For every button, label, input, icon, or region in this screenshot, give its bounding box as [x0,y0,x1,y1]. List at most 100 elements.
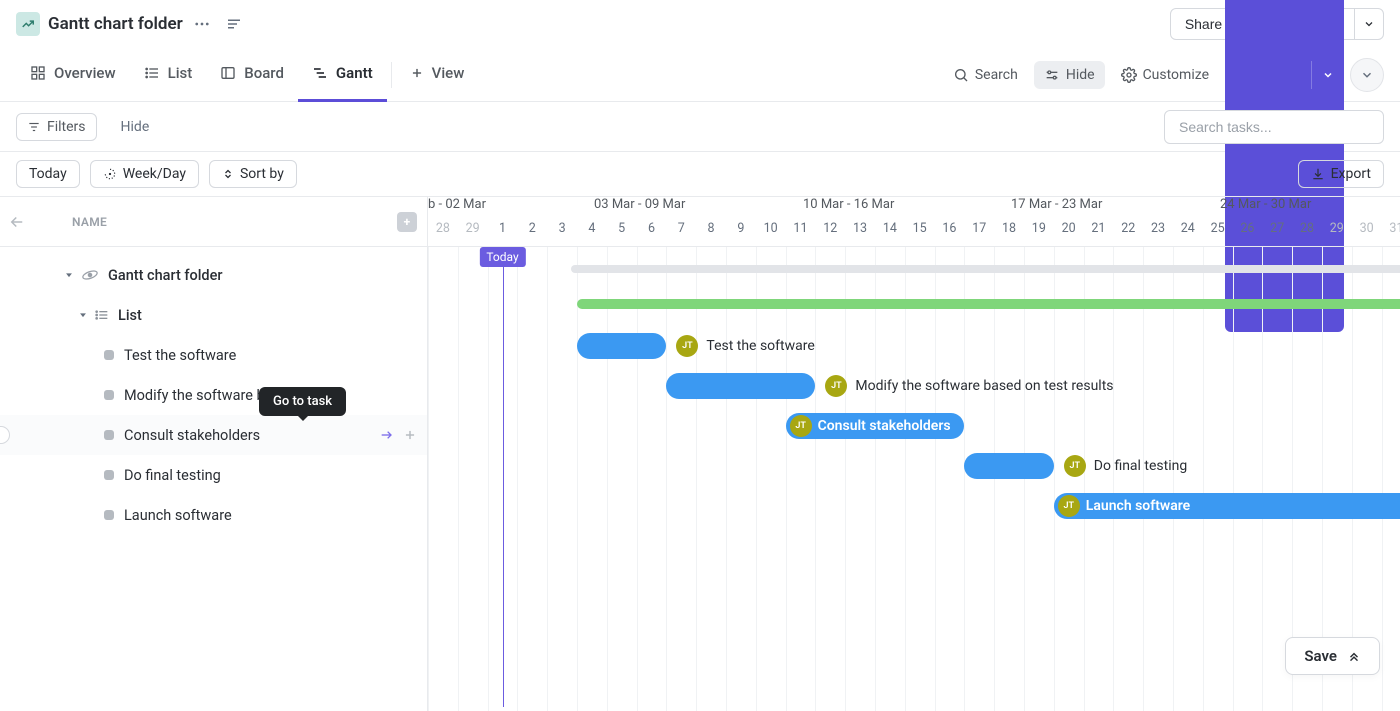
folder-more-icon[interactable] [193,15,211,33]
save-button[interactable]: Save [1285,637,1380,675]
gantt-task-bar[interactable] [964,453,1053,479]
day-cell[interactable]: 25 [1203,221,1233,246]
assignee-avatar[interactable]: JT [825,375,847,397]
day-cell[interactable]: 15 [905,221,935,246]
week-range-label: 17 Mar - 23 Mar [1011,197,1102,212]
day-cell[interactable]: 5 [607,221,637,246]
tab-list[interactable]: List [130,48,207,102]
day-cell[interactable]: 31 [1382,221,1400,246]
gantt-task-bar[interactable]: JTConsult stakeholders [786,413,965,439]
zoom-button[interactable]: Week/Day [90,160,199,188]
page-title[interactable]: Gantt chart folder [48,14,183,34]
caret-down-icon[interactable] [78,310,88,320]
day-cell[interactable]: 22 [1113,221,1143,246]
view-tabs-bar: Overview List Board Gantt View Search Hi… [0,48,1400,102]
tab-label: Overview [54,64,116,82]
day-cell[interactable]: 9 [726,221,756,246]
collapse-arrow-icon[interactable] [8,213,26,231]
day-cell[interactable]: 16 [935,221,965,246]
go-to-task-icon[interactable] [379,427,395,443]
row-handle[interactable] [0,426,10,444]
day-cell[interactable]: 21 [1084,221,1114,246]
search-button[interactable]: Search [943,61,1028,89]
day-cell[interactable]: 23 [1143,221,1173,246]
gantt-task-bar[interactable] [666,373,815,399]
status-dot[interactable] [104,470,114,480]
day-cell[interactable]: 24 [1173,221,1203,246]
day-cell[interactable]: 6 [637,221,667,246]
status-dot[interactable] [104,510,114,520]
tree-task-row[interactable]: Modify the software based on test result… [0,375,427,415]
day-cell[interactable]: 29 [1322,221,1352,246]
gear-icon [1121,67,1137,83]
gantt-chart[interactable]: b - 02 Mar03 Mar - 09 Mar10 Mar - 16 Mar… [428,197,1400,711]
more-options-button[interactable] [1350,58,1384,92]
day-cell[interactable]: 28 [428,221,458,246]
label: Search [975,67,1018,83]
folder-icon [80,265,100,285]
tab-overview[interactable]: Overview [16,48,130,102]
status-dot[interactable] [104,390,114,400]
tree-folder-row[interactable]: Gantt chart folder [0,255,427,295]
day-cell[interactable]: 20 [1054,221,1084,246]
day-cell[interactable]: 27 [1262,221,1292,246]
week-range-label: 10 Mar - 16 Mar [803,197,894,212]
day-cell[interactable]: 8 [696,221,726,246]
summary-bar[interactable] [577,299,1400,309]
sort-button[interactable]: Sort by [209,160,297,188]
day-cell[interactable]: 4 [577,221,607,246]
hide-link[interactable]: Hide [121,119,150,135]
gantt-task-bar[interactable] [577,333,666,359]
tab-board[interactable]: Board [206,48,298,102]
tree-task-row[interactable]: Do final testing [0,455,427,495]
day-cell[interactable]: 12 [815,221,845,246]
add-column-button[interactable]: + [397,212,417,232]
customize-button[interactable]: Customize [1111,61,1219,89]
day-cell[interactable]: 26 [1233,221,1263,246]
day-cell[interactable]: 3 [547,221,577,246]
tab-gantt[interactable]: Gantt [298,48,387,102]
hide-columns-button[interactable]: Hide [1034,61,1105,89]
status-dot[interactable] [104,430,114,440]
day-cell[interactable]: 28 [1292,221,1322,246]
description-icon[interactable] [225,15,243,33]
day-cell[interactable]: 1 [488,221,518,246]
add-view-button[interactable]: View [396,48,479,102]
gantt-task-bar[interactable]: JTLaunch software [1054,493,1400,519]
tree-list-row[interactable]: List [0,295,427,335]
today-button[interactable]: Today [16,160,80,188]
plus-icon [410,66,424,80]
day-cell[interactable]: 17 [964,221,994,246]
filters-button[interactable]: Filters [16,113,97,141]
tree-header: NAME + [0,197,427,247]
assignee-avatar[interactable]: JT [790,415,812,437]
tree-task-row[interactable]: Consult stakeholders [0,415,427,455]
day-cell[interactable]: 7 [666,221,696,246]
day-cell[interactable]: 10 [756,221,786,246]
status-dot[interactable] [104,350,114,360]
horizontal-scrollbar[interactable] [571,265,1400,273]
assignee-avatar[interactable]: JT [676,335,698,357]
folder-icon [16,12,40,36]
caret-down-icon[interactable] [64,270,74,280]
assignee-avatar[interactable]: JT [1064,455,1086,477]
day-cell[interactable]: 30 [1352,221,1382,246]
assignee-avatar[interactable]: JT [1058,495,1080,517]
tab-label: View [432,64,465,82]
tree-task-row[interactable]: Test the software [0,335,427,375]
task-name: Launch software [124,507,232,524]
day-cell[interactable]: 11 [786,221,816,246]
day-cell[interactable]: 29 [458,221,488,246]
filter-icon [27,120,41,134]
week-range-label: b - 02 Mar [428,197,486,212]
tree-task-row[interactable]: Launch software [0,495,427,535]
sort-icon [222,168,234,180]
day-cell[interactable]: 14 [875,221,905,246]
day-cell[interactable]: 13 [845,221,875,246]
day-cell[interactable]: 18 [994,221,1024,246]
day-cell[interactable]: 2 [517,221,547,246]
add-task-chevron[interactable] [1311,61,1344,89]
gantt-body[interactable]: TodayJTTest the softwareJTModify the sof… [428,247,1400,707]
add-subtask-icon[interactable] [403,428,417,442]
day-cell[interactable]: 19 [1024,221,1054,246]
